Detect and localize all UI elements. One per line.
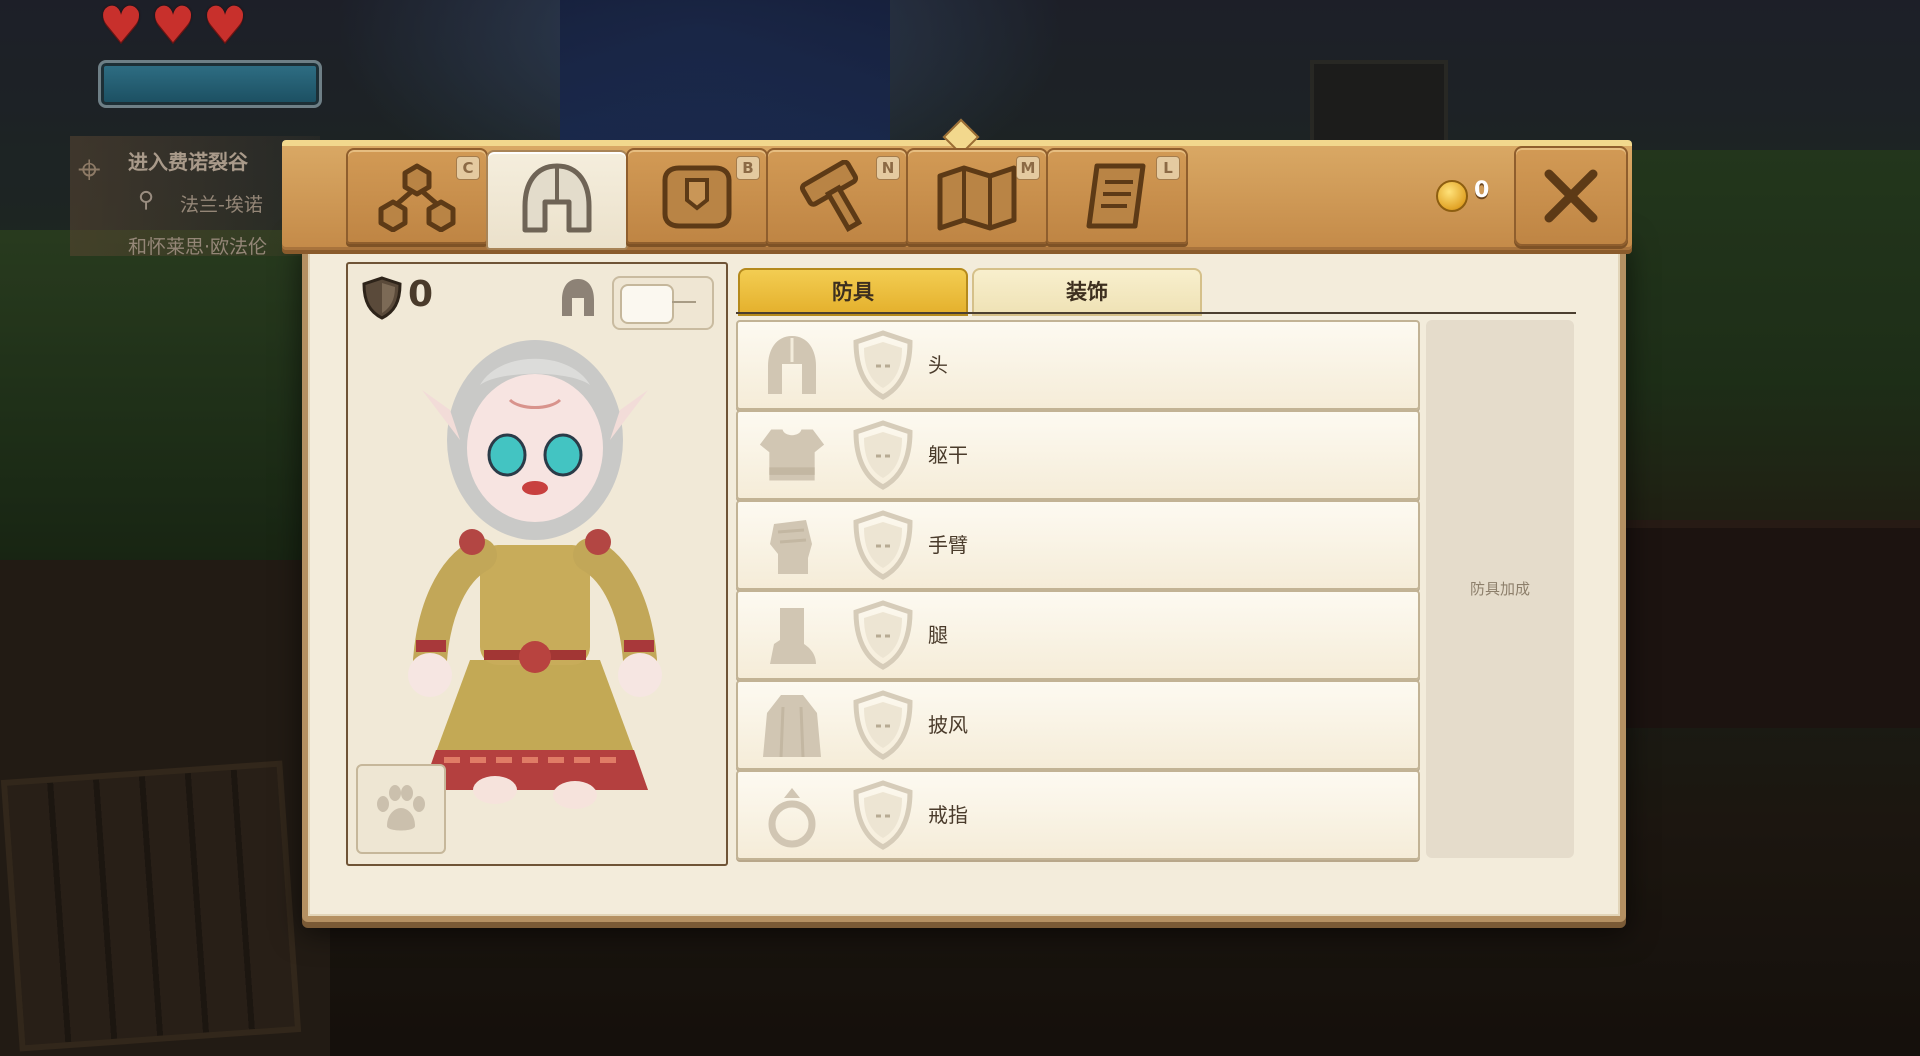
slot-ring[interactable]: 戒指 xyxy=(736,770,1420,860)
hotkey-badge: C xyxy=(456,156,480,180)
slot-label: 戒指 xyxy=(928,803,968,827)
location-pin-icon: ⚲ xyxy=(138,188,155,213)
pet-button[interactable] xyxy=(356,764,446,854)
slot-head[interactable]: 头 xyxy=(736,320,1420,410)
slot-label: 头 xyxy=(928,353,948,377)
hotkey-badge: M xyxy=(1016,156,1040,180)
character-model xyxy=(408,340,662,809)
hammer-icon xyxy=(794,160,880,234)
tab-divider xyxy=(736,312,1576,314)
quest-title: 进入费诺裂谷 xyxy=(128,150,248,174)
empty-shield-icon xyxy=(853,600,913,670)
tab-armor[interactable]: 防具 xyxy=(738,268,968,316)
tab-quests[interactable]: L xyxy=(1046,148,1188,244)
hotkey-badge: B xyxy=(736,156,760,180)
slot-label: 躯干 xyxy=(928,443,968,467)
coin-count: 0 xyxy=(1474,178,1490,203)
slot-cape[interactable]: 披风 xyxy=(736,680,1420,770)
quest-subtitle: 和怀莱思·欧法伦 xyxy=(128,236,268,258)
slot-label: 手臂 xyxy=(928,533,968,557)
armor-shield-icon xyxy=(362,276,402,320)
hotkey-badge: L xyxy=(1156,156,1180,180)
stamina-bar xyxy=(98,60,322,108)
empty-shield-icon xyxy=(853,330,913,400)
hotkey-badge: N xyxy=(876,156,900,180)
backpack-icon xyxy=(654,160,740,234)
tab-decoration[interactable]: 装饰 xyxy=(972,268,1202,316)
quest-location: 法兰-埃诺 xyxy=(180,194,263,216)
tab-skills[interactable]: C xyxy=(346,148,488,244)
map-icon xyxy=(934,160,1020,234)
quest-target-icon: ⌖ xyxy=(78,147,101,193)
close-button[interactable] xyxy=(1514,146,1628,246)
ring-icon xyxy=(758,782,826,850)
tab-map[interactable]: M xyxy=(906,148,1048,244)
tab-inventory[interactable]: B xyxy=(626,148,768,244)
slot-legs[interactable]: 腿 xyxy=(736,590,1420,680)
boot-icon xyxy=(758,602,826,670)
heart-icon: ♥ xyxy=(150,0,196,54)
skill-tree-icon xyxy=(374,160,460,234)
empty-shield-icon xyxy=(853,690,913,760)
armor-bonus-panel: 防具加成 xyxy=(1426,320,1574,858)
health-hearts: ♥ ♥ ♥ xyxy=(96,0,250,54)
helmet-icon xyxy=(562,279,594,316)
slot-arms[interactable]: 手臂 xyxy=(736,500,1420,590)
helmet-visibility-toggle[interactable] xyxy=(612,276,714,330)
slot-torso[interactable]: 躯干 xyxy=(736,410,1420,500)
gauntlet-icon xyxy=(758,512,826,580)
slot-label: 披风 xyxy=(928,713,968,737)
empty-shield-icon xyxy=(853,420,913,490)
armor-value: 0 xyxy=(408,274,434,315)
tab-equipment[interactable] xyxy=(486,150,628,250)
empty-shield-icon xyxy=(853,780,913,850)
tab-crafting[interactable]: N xyxy=(766,148,908,244)
heart-icon: ♥ xyxy=(98,0,144,54)
close-icon xyxy=(1544,169,1598,223)
toggle-track-mark xyxy=(672,301,696,303)
helmet-icon xyxy=(514,162,600,236)
heart-icon: ♥ xyxy=(202,0,248,54)
coin-icon xyxy=(1436,180,1468,212)
cape-icon xyxy=(758,692,826,760)
toggle-knob xyxy=(620,284,674,324)
chest-armor-icon xyxy=(758,422,826,490)
armor-bonus-label: 防具加成 xyxy=(1469,580,1530,598)
scroll-icon xyxy=(1074,160,1160,234)
paw-icon xyxy=(377,785,425,831)
helmet-icon xyxy=(758,332,826,400)
slot-label: 腿 xyxy=(928,623,948,647)
empty-shield-icon xyxy=(853,510,913,580)
